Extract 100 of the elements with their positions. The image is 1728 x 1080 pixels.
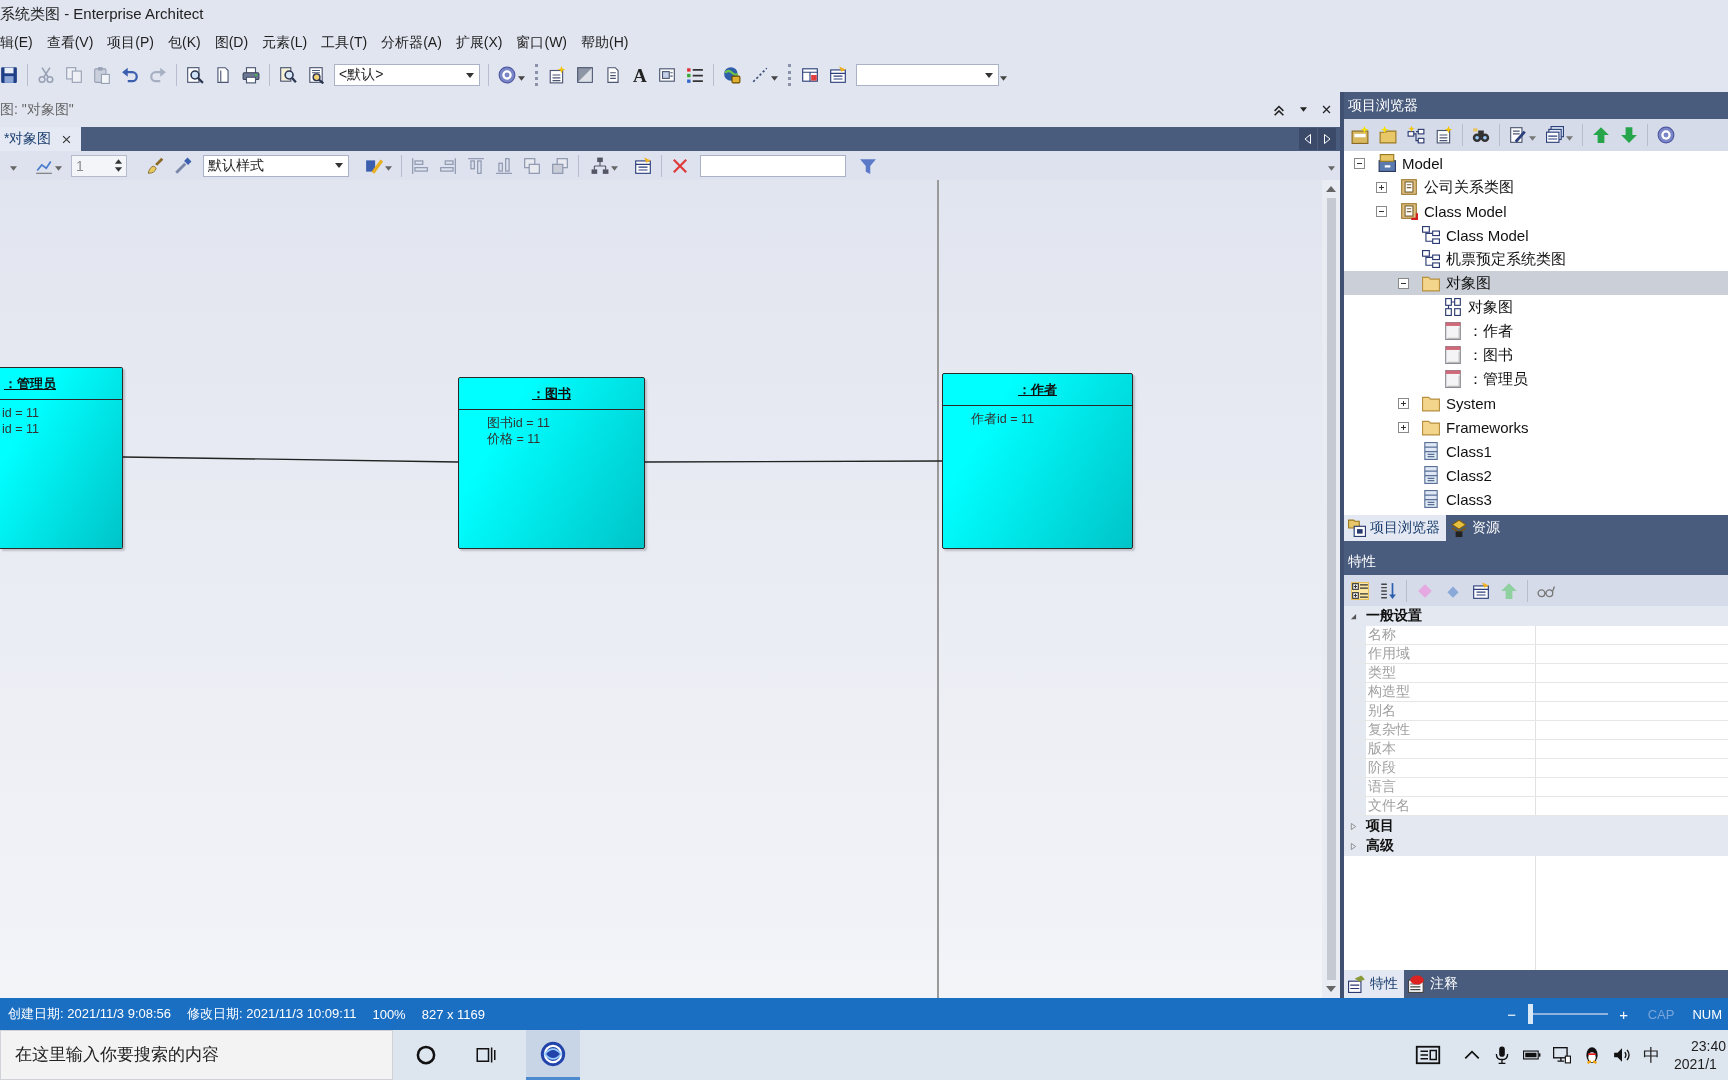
object-box[interactable]: ：管理员 id = 11 id = 11: [0, 367, 123, 549]
expand-icon[interactable]: [1376, 181, 1387, 193]
sort-icon[interactable]: [1379, 581, 1397, 600]
panel-tab[interactable]: 项目浏览器: [1344, 515, 1446, 541]
tree-item[interactable]: Frameworks: [1398, 415, 1529, 439]
news-icon[interactable]: [1413, 1043, 1443, 1067]
search-icon[interactable]: [279, 66, 297, 84]
categorized-icon[interactable]: [1351, 581, 1369, 600]
property-group[interactable]: 一般设置: [1344, 606, 1728, 626]
tree-item[interactable]: 对象图: [1420, 295, 1513, 319]
properties-icon[interactable]: [634, 156, 652, 175]
tree-item[interactable]: Class3: [1398, 487, 1492, 511]
tree-item[interactable]: Class2: [1398, 463, 1492, 487]
scroll-down-icon[interactable]: [1326, 986, 1336, 992]
properties-icon[interactable]: [828, 66, 847, 84]
dropdown-field[interactable]: [855, 64, 999, 86]
connector-line[interactable]: [122, 456, 459, 463]
document-search-icon[interactable]: [307, 66, 325, 84]
gradient-icon[interactable]: [576, 66, 594, 84]
vertical-scrollbar[interactable]: [1322, 180, 1340, 998]
collapse-icon[interactable]: [1354, 157, 1365, 169]
panel-tab[interactable]: 资源: [1446, 515, 1506, 541]
tree-item[interactable]: Model: [1354, 151, 1443, 175]
object-box[interactable]: ：作者 作者id = 11: [942, 373, 1133, 549]
page-icon[interactable]: [214, 66, 232, 84]
menu-item[interactable]: 项目(P): [107, 34, 154, 52]
menu-item[interactable]: 帮助(H): [581, 34, 629, 52]
connector-line[interactable]: [644, 460, 943, 463]
page-zoom-icon[interactable]: [186, 66, 204, 84]
menu-item[interactable]: 包(K): [168, 34, 201, 52]
collapse-icon[interactable]: [1376, 205, 1387, 217]
tree-item[interactable]: System: [1398, 391, 1496, 415]
search-field[interactable]: 在这里输入你要搜索的内容: [0, 1030, 393, 1080]
clock-date[interactable]: 2021/1: [1674, 1055, 1717, 1073]
brush-icon[interactable]: [146, 156, 164, 175]
microphone-icon[interactable]: [1493, 1046, 1511, 1064]
globe-icon[interactable]: [722, 66, 741, 84]
tree-item[interactable]: Class Model: [1376, 199, 1507, 223]
collapse-icon[interactable]: [1398, 277, 1409, 289]
input-method-button[interactable]: 中: [1643, 1043, 1660, 1067]
property-group[interactable]: 高级: [1344, 836, 1728, 856]
property-group[interactable]: 项目: [1344, 816, 1728, 836]
view-dropdown[interactable]: <默认>: [334, 64, 480, 86]
menu-item[interactable]: 分析器(A): [381, 34, 442, 52]
tree-item[interactable]: 机票预定系统类图: [1398, 247, 1566, 271]
close-icon[interactable]: [1321, 104, 1332, 115]
text-tool-button[interactable]: A: [633, 65, 647, 85]
menu-item[interactable]: 工具(T): [321, 34, 368, 52]
volume-icon[interactable]: [1613, 1046, 1631, 1064]
scroll-up-icon[interactable]: [1326, 186, 1336, 192]
properties-icon[interactable]: [1472, 581, 1490, 600]
expand-icon[interactable]: [1398, 397, 1409, 409]
scroll-right-icon[interactable]: [1318, 128, 1336, 150]
binoculars-icon[interactable]: [1472, 126, 1490, 144]
tree-item[interactable]: Class1: [1398, 439, 1492, 463]
pen-icon[interactable]: [365, 156, 383, 175]
menu-item[interactable]: 辑(E): [0, 34, 33, 52]
menu-item[interactable]: 查看(V): [46, 34, 94, 52]
scroll-left-icon[interactable]: [1299, 128, 1317, 150]
tree-item[interactable]: Class Model: [1398, 223, 1529, 247]
new-model-icon[interactable]: [1351, 126, 1369, 144]
object-box[interactable]: ：图书 图书id = 11 价格 = 11: [458, 377, 645, 549]
expand-icon[interactable]: [1398, 421, 1409, 433]
tree-item[interactable]: 对象图: [1344, 271, 1728, 295]
new-element-icon[interactable]: [1435, 126, 1453, 144]
list-icon[interactable]: [685, 66, 704, 84]
spinner-arrows-icon[interactable]: [114, 157, 123, 174]
ring-icon[interactable]: [1657, 126, 1675, 144]
tree-item[interactable]: ：图书: [1420, 343, 1513, 367]
tree-layout-icon[interactable]: [591, 156, 609, 175]
task-view-icon[interactable]: [476, 1045, 496, 1065]
style-dropdown[interactable]: 默认样式: [203, 154, 349, 177]
app-button[interactable]: [526, 1030, 580, 1080]
frame-icon[interactable]: [657, 66, 676, 84]
caret-icon[interactable]: [770, 75, 778, 81]
penguin-icon[interactable]: [1583, 1046, 1601, 1064]
menu-item[interactable]: 扩展(X): [455, 34, 503, 52]
filter-icon[interactable]: [859, 156, 877, 175]
edit-icon[interactable]: [1509, 126, 1527, 144]
undo-icon[interactable]: [121, 66, 139, 84]
clock-time[interactable]: 23:40: [1691, 1037, 1727, 1055]
zoom-out-button[interactable]: −: [1505, 1005, 1518, 1023]
network-icon[interactable]: [1553, 1046, 1571, 1064]
menu-item[interactable]: 元素(L): [262, 34, 308, 52]
window-layout-icon[interactable]: [800, 66, 819, 84]
save-icon[interactable]: [0, 66, 18, 84]
caret-icon[interactable]: [1300, 107, 1307, 112]
tree-item[interactable]: 公司关系类图: [1376, 175, 1514, 199]
panel-tab[interactable]: 注释: [1404, 970, 1464, 998]
new-diagram-icon[interactable]: [1407, 126, 1425, 144]
diagram-tab[interactable]: *对象图: [0, 127, 82, 151]
panel-tab[interactable]: 特性: [1344, 970, 1404, 998]
slider-thumb[interactable]: [1528, 1004, 1534, 1024]
delete-icon[interactable]: [671, 156, 689, 175]
menu-item[interactable]: 窗口(W): [516, 34, 568, 52]
windows-icon[interactable]: [1546, 126, 1564, 144]
eyedropper-icon[interactable]: [174, 156, 192, 175]
tree-item[interactable]: ：管理员: [1420, 367, 1528, 391]
collapse-icon[interactable]: [1350, 612, 1357, 620]
circle-icon[interactable]: [416, 1045, 436, 1065]
